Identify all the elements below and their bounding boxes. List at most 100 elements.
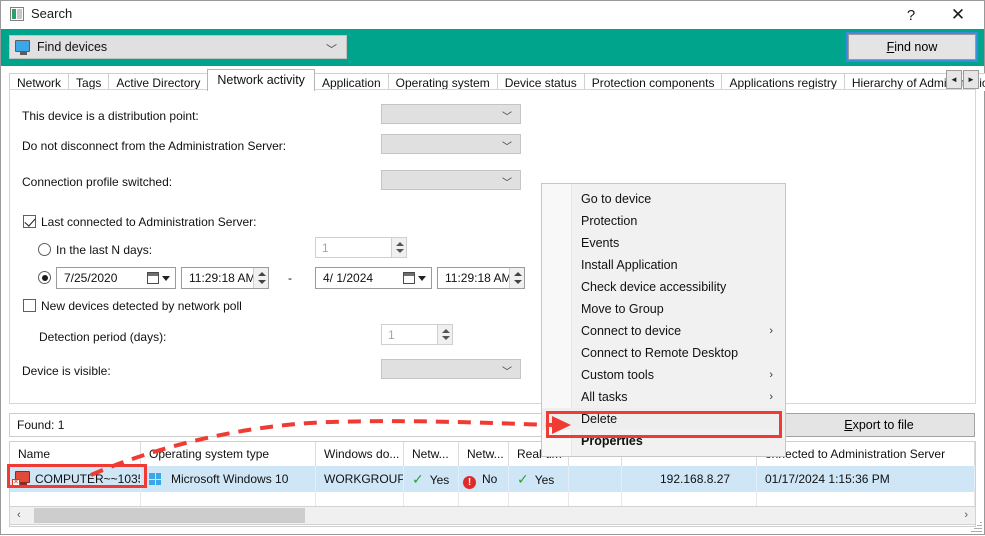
detection-period-value: 1 (388, 328, 395, 342)
menu-item-go-to-device[interactable]: Go to device (542, 188, 785, 210)
tab-scroll-right-icon[interactable]: ► (963, 70, 979, 89)
menu-item-properties[interactable]: Properties (542, 430, 785, 452)
search-window: Search ? ✕ Find devices ﹀ Find now Netwo… (0, 0, 985, 535)
menu-item-label: Connect to Remote Desktop (581, 346, 739, 360)
last-connected-checkbox[interactable] (23, 215, 36, 228)
menu-item-check-device-accessibility[interactable]: Check device accessibility (542, 276, 785, 298)
chevron-down-icon: ﹀ (502, 367, 512, 378)
cell-last-connected: 01/17/2024 1:15:36 PM (757, 466, 975, 492)
time-from-value: 11:29:18 AM (189, 271, 256, 285)
spinner-arrows-icon[interactable] (253, 268, 268, 288)
real-time-protection-text: Yes (534, 473, 555, 487)
date-range-radio[interactable] (38, 271, 51, 284)
menu-item-label: Delete (581, 412, 618, 426)
menu-item-label: Custom tools (581, 368, 654, 382)
time-to-picker[interactable]: 11:29:18 AM (437, 267, 525, 289)
spinner-arrows-icon[interactable] (509, 268, 524, 288)
distribution-point-dropdown[interactable]: ﹀ (381, 104, 521, 124)
find-type-dropdown[interactable]: Find devices ﹀ (9, 35, 347, 59)
search-toolbar: Find devices ﹀ Find now (1, 29, 984, 66)
grid-horizontal-scrollbar[interactable]: ‹ › (9, 506, 976, 525)
chevron-down-icon[interactable] (418, 276, 426, 281)
in-last-n-days-label: In the last N days: (56, 243, 153, 257)
detection-period-stepper[interactable]: 1 (381, 324, 453, 345)
column-header-windows-do[interactable]: Windows do... (316, 442, 404, 466)
column-header-onnected-to-administration-server[interactable]: onnected to Administration Server (757, 442, 975, 466)
scroll-left-icon[interactable]: ‹ (17, 509, 21, 521)
menu-item-delete[interactable]: Delete (542, 408, 785, 430)
tab-strip: Network Tags Active Directory Network activ… (1, 66, 985, 91)
search-window-icon (10, 7, 24, 21)
check-mark-icon: ✓ (517, 471, 529, 487)
new-devices-label: New devices detected by network poll (41, 299, 242, 313)
cell-network-agent-running: ! No (459, 466, 509, 492)
chevron-down-icon: ﹀ (502, 142, 512, 153)
chevron-down-icon[interactable] (162, 276, 170, 281)
date-to-picker[interactable]: 4/ 1/2024 (315, 267, 432, 289)
chevron-down-icon: ﹀ (502, 178, 512, 189)
export-label: xport to file (852, 418, 914, 432)
last-n-days-stepper[interactable]: 1 (315, 237, 407, 258)
error-exclamation-icon: ! (463, 476, 476, 489)
date-to-value: 4/ 1/2024 (323, 271, 374, 285)
cell-os-type: Microsoft Windows 10 (141, 466, 316, 492)
connection-profile-dropdown[interactable]: ﹀ (381, 170, 521, 190)
column-header-name[interactable]: Name (10, 442, 141, 466)
chevron-right-icon: › (769, 391, 773, 403)
calendar-icon (403, 272, 415, 284)
new-devices-checkbox[interactable] (23, 299, 36, 312)
table-row[interactable]: ✕ COMPUTER~~10356 Microsoft Windows 10 WORK… (10, 466, 975, 492)
date-from-picker[interactable]: 7/25/2020 (56, 267, 176, 289)
chevron-right-icon: › (769, 325, 773, 337)
distribution-point-label: This device is a distribution point: (22, 109, 199, 123)
column-header-netw[interactable]: Netw... (404, 442, 459, 466)
device-error-badge-icon: ✕ (12, 479, 20, 487)
do-not-disconnect-dropdown[interactable]: ﹀ (381, 134, 521, 154)
chevron-down-icon: ﹀ (502, 112, 512, 123)
menu-item-all-tasks[interactable]: All tasks › (542, 386, 785, 408)
device-visible-dropdown[interactable]: ﹀ (381, 359, 521, 379)
menu-item-label: Events (581, 236, 620, 250)
last-n-days-value: 1 (322, 241, 329, 255)
device-name-text: COMPUTER~~10356 (35, 472, 141, 486)
spinner-arrows-icon[interactable] (391, 238, 406, 257)
menu-item-label: All tasks (581, 390, 628, 404)
menu-item-label: Connect to device (581, 324, 682, 338)
scrollbar-thumb[interactable] (34, 508, 305, 523)
device-visible-label: Device is visible: (22, 364, 111, 378)
network-agent-running-text: No (482, 472, 498, 486)
find-now-button[interactable]: Find now (846, 32, 978, 62)
window-resize-grip[interactable] (970, 520, 982, 532)
menu-item-connect-to-remote-desktop[interactable]: Connect to Remote Desktop (542, 342, 785, 364)
close-icon[interactable]: ✕ (936, 1, 980, 29)
menu-item-events[interactable]: Events (542, 232, 785, 254)
network-agent-installed-text: Yes (429, 473, 450, 487)
found-count-label: Found: 1 (17, 418, 65, 432)
help-icon[interactable]: ? (889, 1, 933, 29)
menu-item-move-to-group[interactable]: Move to Group (542, 298, 785, 320)
menu-item-install-application[interactable]: Install Application (542, 254, 785, 276)
menu-item-custom-tools[interactable]: Custom tools › (542, 364, 785, 386)
menu-item-label: Install Application (581, 258, 678, 272)
in-last-n-days-radio[interactable] (38, 243, 51, 256)
detection-period-label: Detection period (days): (39, 330, 167, 344)
tab-network-activity[interactable]: Network activity (207, 69, 315, 91)
time-from-picker[interactable]: 11:29:18 AM (181, 267, 269, 289)
device-context-menu[interactable]: Go to device Protection Events Install Appl… (541, 183, 786, 457)
spinner-arrows-icon[interactable] (437, 325, 452, 344)
export-to-file-button[interactable]: Export to file (783, 413, 975, 437)
scroll-right-icon[interactable]: › (964, 509, 968, 521)
os-type-text: Microsoft Windows 10 (171, 472, 289, 486)
range-separator: - (288, 271, 292, 285)
tab-scroll-left-icon[interactable]: ◄ (946, 70, 962, 89)
menu-item-connect-to-device[interactable]: Connect to device › (542, 320, 785, 342)
context-menu-items: Go to device Protection Events Install Appl… (542, 188, 785, 452)
menu-item-label: Go to device (581, 192, 652, 206)
calendar-icon (147, 272, 159, 284)
column-header-netw[interactable]: Netw... (459, 442, 509, 466)
column-header-operating-system-type[interactable]: Operating system type (141, 442, 316, 466)
menu-item-label: Properties (581, 434, 643, 448)
menu-item-protection[interactable]: Protection (542, 210, 785, 232)
find-type-label: Find devices (37, 40, 108, 54)
date-from-value: 7/25/2020 (64, 271, 118, 285)
